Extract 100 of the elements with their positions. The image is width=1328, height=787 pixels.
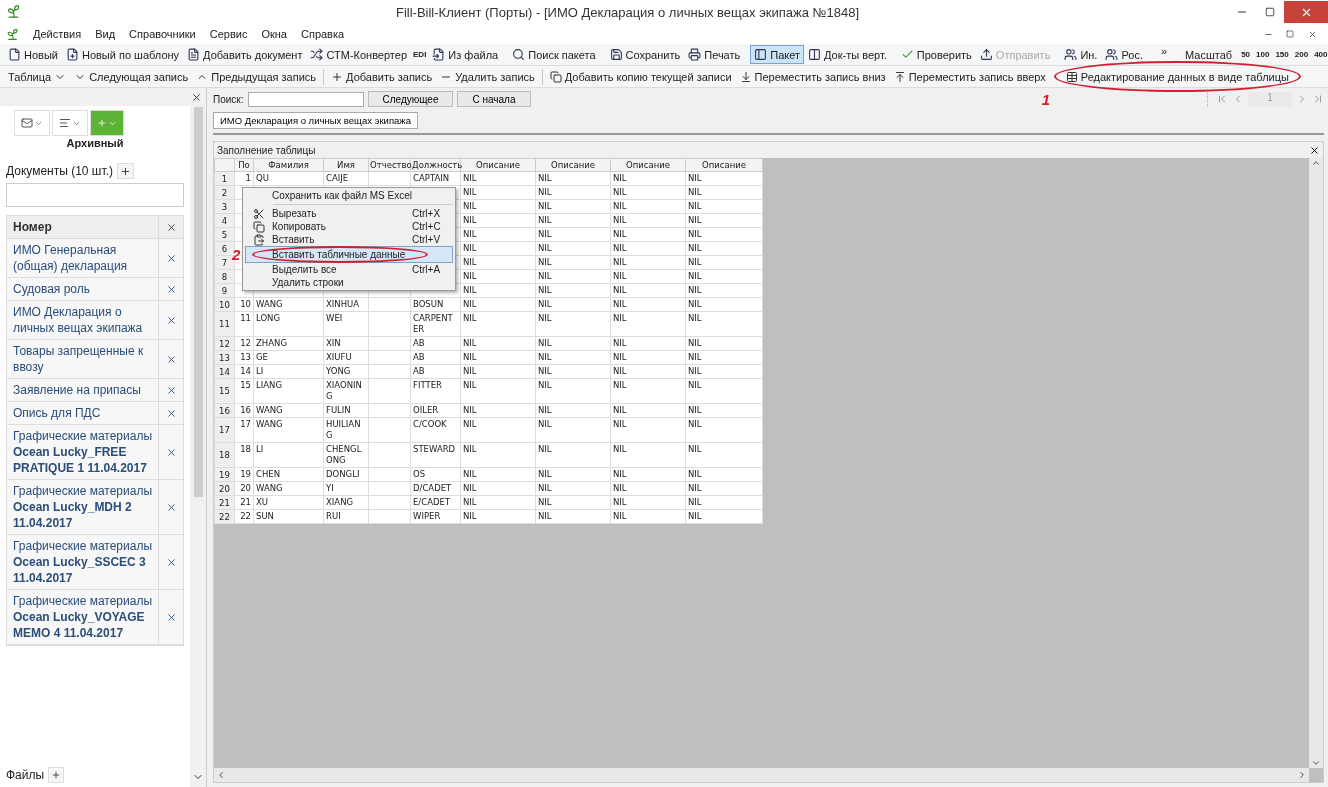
search-button[interactable]: Следующее (367, 91, 454, 107)
toolbar-button[interactable]: Проверить (896, 45, 976, 64)
columns-icon (808, 48, 822, 61)
table-cell: 19 (234, 467, 254, 482)
table-cell: 10 (234, 297, 254, 312)
toolbar-button[interactable]: Сохранить (605, 45, 685, 64)
table-cell: NIL (685, 442, 763, 468)
table-cell: NIL (535, 283, 611, 298)
table-cell: LONG (253, 311, 324, 337)
table-cell: NIL (535, 509, 611, 524)
toolbar-button[interactable]: Следующая запись (70, 67, 193, 86)
table-cell: NIL (685, 495, 763, 510)
zoom-level[interactable]: 150 (1272, 45, 1292, 64)
toolbar-button[interactable]: Новый (4, 45, 62, 64)
toolbar-button[interactable]: Новый по шаблону (61, 45, 184, 64)
table-cell: NIL (685, 297, 763, 312)
toolbar-button[interactable]: Переместить запись вниз (735, 67, 890, 86)
menu-item[interactable]: Сохранить как файл MS Excel (245, 189, 453, 202)
table-cell: GE (253, 350, 324, 365)
table-cell: NIL (610, 185, 686, 200)
save-icon (609, 48, 623, 61)
table-cell: NIL (685, 467, 763, 482)
menu-item[interactable]: Вид (95, 28, 116, 40)
toolbar-button[interactable]: Переместить запись вверх (889, 67, 1050, 86)
table-cell: 16 (234, 403, 254, 418)
table-cell: NIL (610, 311, 686, 337)
table-cell: NIL (460, 171, 536, 186)
column-header: Фамилия (253, 158, 324, 172)
toolbar-button[interactable]: СТМ-Конвертер (306, 45, 411, 64)
menu-item[interactable]: Сервис (209, 28, 248, 40)
row-number: 18 (214, 442, 235, 468)
table-cell: STEWARD (410, 442, 461, 468)
table-cell: NIL (460, 241, 536, 256)
filter-field[interactable] (6, 183, 184, 207)
search-button[interactable]: С начала (457, 91, 531, 107)
overflow-chevron[interactable]: » (1160, 44, 1168, 57)
delete-icon (165, 221, 177, 233)
toolbar-toggle[interactable]: Пакет (750, 45, 805, 64)
table-cell: NIL (610, 442, 686, 468)
zoom-level[interactable]: 100 (1253, 45, 1273, 64)
delete-icon (165, 314, 177, 326)
table-cell: NIL (535, 171, 611, 186)
zoom-level[interactable]: 200 (1291, 45, 1312, 64)
scroll-right-icon (1297, 770, 1307, 780)
column-header: Отчество (368, 158, 411, 172)
row-number: 17 (214, 417, 235, 443)
search-label: Поиск: (213, 93, 244, 105)
menu-item[interactable]: Копировать Ctrl+C (245, 220, 453, 233)
toolbar-button[interactable]: Из файла (428, 45, 503, 64)
copy-icon (253, 220, 265, 233)
toolbar-button[interactable]: Поиск пакета (508, 45, 600, 64)
toolbar-button[interactable]: Добавить копию текущей записи (545, 67, 736, 86)
menu-item[interactable]: Вставить табличные данные (245, 246, 453, 263)
scissors-icon (253, 207, 265, 220)
table-cell: XINHUA (323, 297, 369, 312)
toolbar-button[interactable]: Редактирование данных в виде таблицы (1061, 67, 1293, 86)
toolbar-button[interactable]: Рос. (1101, 45, 1147, 64)
table-cell: NIL (685, 213, 763, 228)
menu-item[interactable]: Окна (261, 28, 287, 40)
menu-item[interactable]: Вставить Ctrl+V (245, 233, 453, 246)
zoom-level[interactable]: 400 (1311, 45, 1328, 64)
document-tab[interactable]: ИМО Декларация о личных вещах экипажа (213, 112, 418, 129)
toolbar-button[interactable]: Печать (684, 45, 745, 64)
table-cell: NIL (460, 467, 536, 482)
menu-item[interactable]: Удалить строки (245, 276, 453, 289)
toolbar-button[interactable]: Добавить документ (183, 45, 307, 64)
table-cell: NIL (610, 241, 686, 256)
menu-item[interactable]: Справка (301, 28, 345, 40)
table-cell: NIL (460, 350, 536, 365)
toolbar-button[interactable]: Таблица (4, 67, 71, 86)
panel-title: Заполнение таблицы (217, 144, 316, 156)
close-button[interactable] (1284, 1, 1328, 23)
zoom-level[interactable]: 50 (1238, 45, 1254, 64)
toolbar-button[interactable]: Ин. (1060, 45, 1102, 64)
menu-item[interactable]: Выделить все Ctrl+A (245, 263, 453, 276)
add-button[interactable] (117, 163, 134, 179)
scrollbar-thumb[interactable] (193, 106, 203, 497)
toolbar-button[interactable]: Добавить запись (327, 67, 437, 86)
table-cell: OS (410, 467, 461, 482)
copy-icon (549, 70, 562, 83)
edi-label: EDI (413, 50, 427, 59)
plus-minus-dropdown[interactable] (90, 110, 124, 136)
table-cell: NIL (610, 227, 686, 242)
menu-item[interactable]: Вырезать Ctrl+X (245, 207, 453, 220)
menu-item[interactable]: Справочники (129, 28, 196, 40)
table-cell: NIL (685, 171, 763, 186)
table-cell: NIL (460, 227, 536, 242)
search-field[interactable] (247, 91, 364, 107)
menu-item[interactable]: Действия (33, 28, 82, 40)
table-cell: FULIN (323, 403, 369, 418)
list-dropdown[interactable] (52, 110, 88, 136)
row-number: 15 (214, 378, 235, 404)
toolbar-button[interactable]: Предыдущая запись (192, 67, 321, 86)
close-icon (191, 91, 202, 103)
toolbar-toggle[interactable]: Док-ты верт. (804, 45, 891, 64)
table-cell: NIL (460, 297, 536, 312)
table-cell: HUILIANG (323, 417, 369, 443)
table-cell: NIL (685, 227, 763, 242)
toolbar-button[interactable]: Удалить запись (436, 67, 539, 86)
mail-dropdown[interactable] (14, 110, 50, 136)
